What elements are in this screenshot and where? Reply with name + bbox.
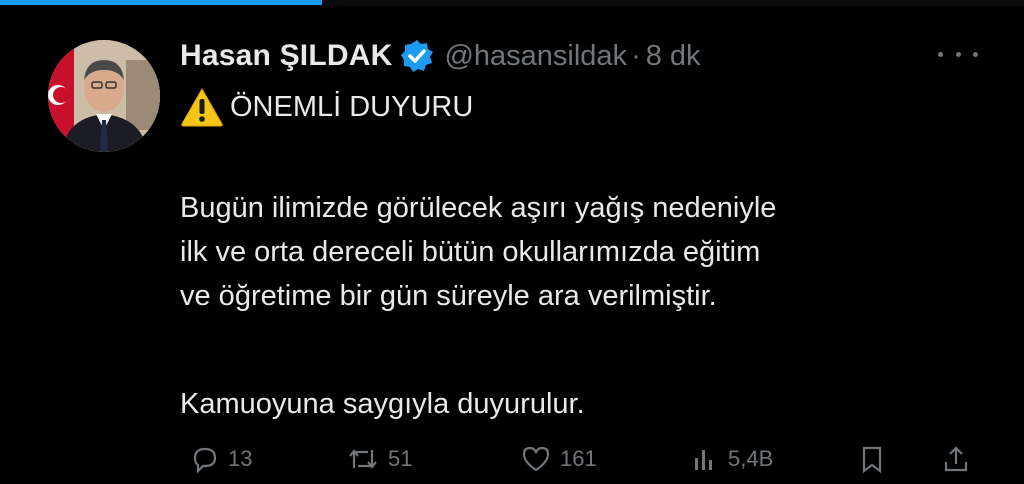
- more-options-icon[interactable]: [938, 40, 978, 68]
- tweet-title-row: ÖNEMLİ DUYURU: [180, 84, 1000, 130]
- tweet-header: Hasan ŞILDAK @hasansildak · 8 dk: [180, 34, 701, 78]
- share-icon: [944, 446, 968, 472]
- warning-icon: [180, 87, 224, 127]
- views-icon: [695, 450, 712, 470]
- more-dot: [973, 51, 978, 57]
- verified-badge-icon: [400, 39, 434, 73]
- like-count: 161: [560, 446, 597, 471]
- views-button[interactable]: 5,4B: [690, 444, 773, 474]
- share-button[interactable]: [942, 444, 978, 474]
- top-accent-bar: [0, 0, 322, 5]
- author-name[interactable]: Hasan ŞILDAK: [180, 39, 392, 73]
- more-dot: [938, 51, 943, 57]
- repost-icon: [349, 449, 377, 469]
- tweet-line: ve öğretime bir gün süreyle ara verilmiş…: [180, 280, 717, 312]
- avatar[interactable]: [48, 40, 160, 152]
- reply-icon: [193, 447, 217, 474]
- author-handle[interactable]: @hasansildak: [444, 40, 627, 73]
- top-bar: [0, 0, 1024, 6]
- bookmark-icon: [862, 446, 882, 474]
- tweet-paragraph-2: Kamuoyuna saygıyla duyurulur.: [180, 388, 585, 420]
- bookmark-button[interactable]: [858, 444, 894, 474]
- tweet-paragraph-1: Bugün ilimizde görülecek aşırı yağış ned…: [180, 186, 776, 318]
- tweet-line: Bugün ilimizde görülecek aşırı yağış ned…: [180, 192, 777, 224]
- more-dot: [955, 51, 961, 57]
- reply-count: 13: [228, 446, 253, 471]
- repost-count: 51: [388, 446, 413, 471]
- reply-button[interactable]: 13: [190, 444, 252, 474]
- tweet-line: ilk ve orta dereceli bütün okullarımızda…: [180, 236, 761, 268]
- header-separator: ·: [631, 39, 641, 72]
- tweet-timestamp[interactable]: 8 dk: [646, 40, 701, 73]
- tweet-title: ÖNEMLİ DUYURU: [230, 90, 474, 123]
- views-count: 5,4B: [728, 446, 774, 471]
- like-button[interactable]: 161: [520, 444, 597, 474]
- repost-button[interactable]: 51: [346, 444, 412, 474]
- tweet-actions: 13 51 161 5,4B: [190, 444, 980, 484]
- heart-icon: [522, 446, 550, 472]
